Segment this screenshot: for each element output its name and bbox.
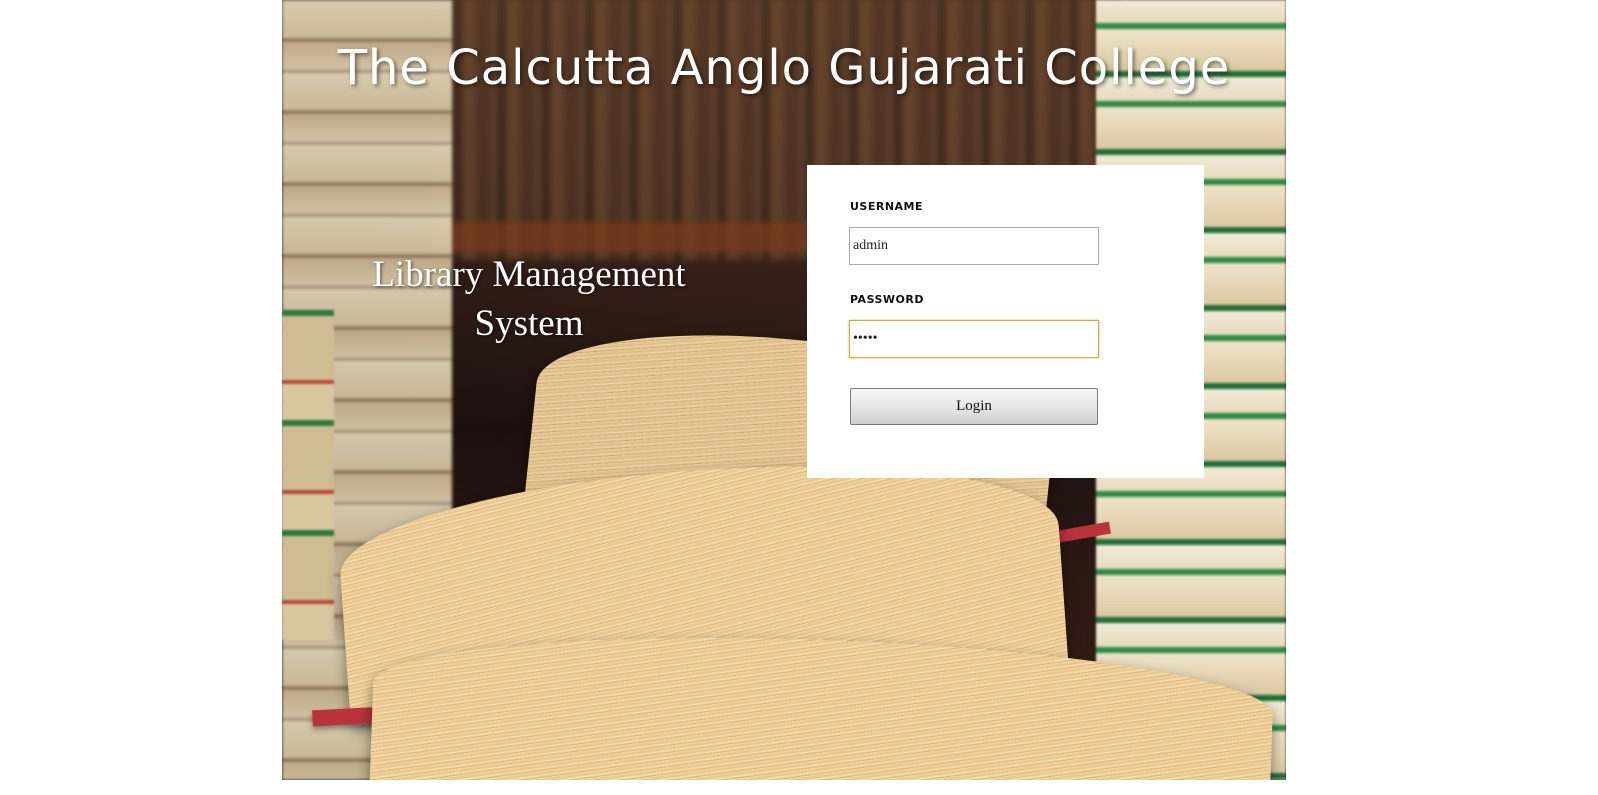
college-title: The Calcutta Anglo Gujarati College bbox=[337, 40, 1231, 96]
background-image: The Calcutta Anglo Gujarati College Libr… bbox=[282, 0, 1286, 780]
left-book-spines bbox=[282, 310, 334, 640]
login-button[interactable]: Login bbox=[850, 388, 1098, 425]
password-input[interactable] bbox=[849, 320, 1099, 358]
password-label: PASSWORD bbox=[850, 293, 925, 306]
username-input[interactable] bbox=[849, 227, 1099, 265]
login-form: USERNAME PASSWORD Login bbox=[807, 165, 1204, 478]
shelf-board bbox=[432, 222, 852, 252]
system-title-line2: System bbox=[474, 303, 584, 344]
system-title: Library Management System bbox=[334, 250, 724, 348]
system-title-line1: Library Management bbox=[372, 254, 686, 295]
username-label: USERNAME bbox=[850, 200, 924, 213]
